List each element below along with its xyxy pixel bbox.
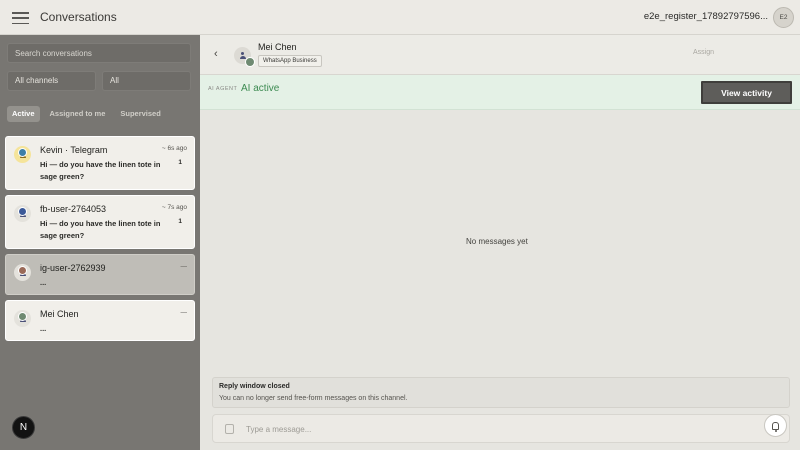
person-icon	[239, 52, 246, 59]
whatsapp-icon	[245, 57, 255, 67]
reply-window-notice: Reply window closed You can no longer se…	[212, 377, 790, 408]
message-list: No messages yet	[200, 110, 800, 375]
conversation-item[interactable]: Kevin · Telegram ~ 6s ago Hi — do you ha…	[5, 136, 195, 190]
message-input[interactable]	[246, 422, 746, 436]
conversation-preview: Hi — do you have the linen tote in sage …	[40, 219, 161, 240]
facebook-icon	[18, 207, 27, 216]
tab-active[interactable]: Active	[7, 106, 40, 122]
notice-title: Reply window closed	[219, 383, 290, 390]
conversation-preview: ...	[40, 324, 47, 333]
whatsapp-icon	[18, 312, 27, 321]
conversation-item[interactable]: fb-user-2764053 ~ 7s ago Hi — do you hav…	[5, 195, 195, 249]
assign-button[interactable]: Assign	[693, 49, 714, 56]
telegram-icon	[18, 148, 27, 157]
conversation-item[interactable]: ig-user-2762939 — ...	[5, 254, 195, 295]
n-logo-button[interactable]: N	[12, 416, 35, 439]
ai-agent-bar: AI AGENT AI active View activity	[200, 75, 800, 110]
page-title: Conversations	[40, 10, 117, 24]
back-icon[interactable]: ‹	[214, 48, 218, 60]
conversation-item[interactable]: Mei Chen — ...	[5, 300, 195, 341]
ai-agent-label: AI AGENT	[208, 86, 238, 92]
conversation-name: ig-user-2762939	[40, 263, 106, 273]
conversation-preview: ...	[40, 278, 47, 287]
bell-icon	[772, 421, 779, 432]
conversation-preview: Hi — do you have the linen tote in sage …	[40, 160, 161, 181]
conversation-tabs: Active Assigned to me Supervised	[7, 106, 166, 122]
top-bar: Conversations e2e_register_17892797596..…	[0, 0, 800, 35]
conversation-header: ‹ Mei Chen WhatsApp Business Assign	[200, 35, 800, 75]
tab-supervised[interactable]: Supervised	[115, 106, 165, 122]
conversation-time: ~ 7s ago	[161, 204, 187, 211]
channel-filter-select[interactable]: All channels	[7, 71, 96, 91]
menu-icon[interactable]	[12, 12, 29, 24]
conversation-name: fb-user-2764053	[40, 204, 107, 214]
message-composer	[212, 414, 790, 443]
attachment-icon[interactable]	[225, 424, 234, 434]
instagram-icon	[18, 266, 27, 275]
conversation-name: Mei Chen	[40, 309, 79, 319]
conversation-time: —	[180, 263, 188, 270]
status-filter-select[interactable]: All	[102, 71, 191, 91]
account-name[interactable]: e2e_register_17892797596...	[644, 11, 768, 22]
search-input[interactable]	[7, 43, 191, 63]
conversation-panel: ‹ Mei Chen WhatsApp Business Assign AI A…	[200, 35, 800, 450]
tab-assigned-to-me[interactable]: Assigned to me	[45, 106, 111, 122]
empty-state-text: No messages yet	[466, 237, 528, 246]
conversation-time: ~ 6s ago	[161, 145, 187, 152]
notifications-button[interactable]	[764, 414, 787, 437]
avatar[interactable]: E2	[773, 7, 794, 28]
contact-name: Mei Chen	[258, 42, 297, 52]
conversation-time: —	[180, 309, 188, 316]
notice-text: You can no longer send free-form message…	[219, 395, 408, 402]
channel-badge: WhatsApp Business	[258, 55, 322, 67]
unread-count: 1	[178, 159, 182, 166]
ai-status: AI active	[241, 83, 280, 94]
view-activity-button[interactable]: View activity	[701, 81, 792, 104]
conversation-name: Kevin · Telegram	[40, 145, 108, 155]
unread-count: 1	[178, 218, 182, 225]
sidebar: All channels All Active Assigned to me S…	[0, 35, 200, 450]
